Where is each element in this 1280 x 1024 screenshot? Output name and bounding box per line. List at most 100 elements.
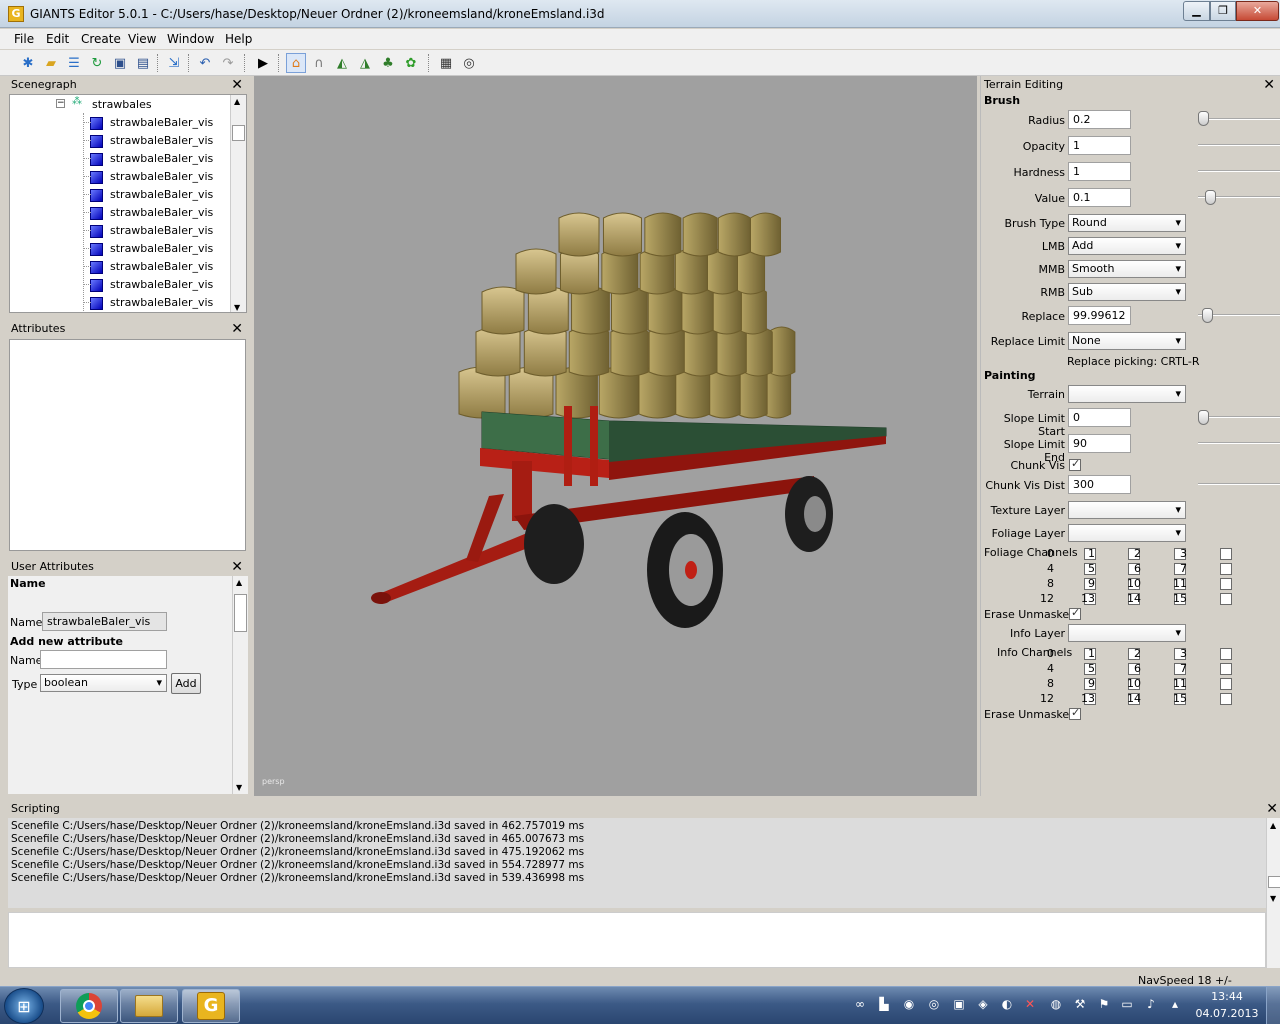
slope-start-slider-track[interactable] (1198, 416, 1280, 418)
menu-edit[interactable]: Edit (46, 32, 69, 46)
show-desktop-button[interactable] (1266, 987, 1280, 1024)
link-icon[interactable]: ∞ (852, 997, 868, 1013)
scroll-up-icon[interactable]: ▲ (236, 578, 242, 587)
tree-item[interactable]: strawbaleBaler_vis (90, 222, 213, 240)
close-icon[interactable]: ✕ (1263, 78, 1275, 92)
replace-input[interactable]: 99.99612 (1068, 306, 1131, 325)
menu-create[interactable]: Create (81, 32, 121, 46)
close-icon[interactable]: ✕ (231, 78, 243, 92)
menu-window[interactable]: Window (167, 32, 214, 46)
tree-item[interactable]: strawbaleBaler_vis (90, 276, 213, 294)
texture-layer-select[interactable] (1068, 501, 1186, 519)
tray-app-icon[interactable]: ◐ (999, 997, 1015, 1013)
action-center-icon[interactable]: ⚑ (1096, 997, 1112, 1013)
terrain-sculpt-icon[interactable]: ◭ (332, 53, 352, 73)
scripting-log[interactable]: Scenefile C:/Users/hase/Desktop/Neuer Or… (8, 818, 1266, 908)
tray-app-icon[interactable]: ◉ (901, 997, 917, 1013)
undo-icon[interactable]: ↶ (195, 53, 215, 73)
tree-item[interactable]: strawbaleBaler_vis (90, 204, 213, 222)
foliage-channel-checkbox[interactable] (1220, 563, 1232, 575)
tray-app-icon[interactable]: ▙ (876, 997, 892, 1013)
menu-view[interactable]: View (128, 32, 156, 46)
3d-viewport[interactable]: persp (254, 76, 977, 796)
user-attributes-scrollbar[interactable]: ▲ ▼ (232, 576, 248, 794)
add-attribute-button[interactable]: Add (171, 673, 201, 694)
title-bar[interactable]: G GIANTS Editor 5.0.1 - C:/Users/hase/De… (0, 0, 1280, 28)
info-layer-select[interactable] (1068, 624, 1186, 642)
slope-end-slider-track[interactable] (1198, 442, 1280, 444)
scroll-down-icon[interactable]: ▼ (234, 303, 240, 312)
value-slider-thumb[interactable] (1205, 190, 1216, 205)
replace-slider-thumb[interactable] (1201, 308, 1213, 323)
info-channel-checkbox[interactable] (1220, 663, 1232, 675)
hardness-input[interactable]: 1 (1068, 162, 1131, 181)
minimize-button[interactable]: ▁ (1183, 1, 1210, 21)
scrollbar-thumb[interactable] (1268, 876, 1280, 888)
erase-unmasked-checkbox[interactable] (1069, 606, 1081, 620)
rmb-select[interactable]: Sub (1068, 283, 1186, 301)
play-icon[interactable]: ▶ (253, 53, 273, 73)
maximize-button[interactable]: ❐ (1210, 1, 1236, 21)
tree-item-strawbales[interactable]: strawbales (92, 96, 152, 114)
tray-app-icon[interactable]: ✕ (1022, 997, 1038, 1013)
network-icon[interactable]: ▭ (1119, 997, 1135, 1013)
menu-help[interactable]: Help (225, 32, 252, 46)
info-channel-checkbox[interactable] (1220, 678, 1232, 690)
import-icon[interactable]: ⇲ (164, 53, 184, 73)
collapse-toggle-icon[interactable]: − (56, 99, 65, 108)
texture-paint-icon[interactable]: ▦ (436, 53, 456, 73)
tree-item[interactable]: strawbaleBaler_vis (90, 294, 213, 312)
foliage-channel-checkbox[interactable] (1220, 548, 1232, 560)
opacity-slider-track[interactable] (1198, 144, 1280, 146)
explorer-icon[interactable] (120, 989, 178, 1023)
foliage-paint-icon[interactable]: ♣ (378, 53, 398, 73)
scripting-scrollbar[interactable]: ▲ ▼ (1266, 818, 1280, 968)
terrain-paint-icon[interactable]: ◮ (355, 53, 375, 73)
redo-icon[interactable]: ↷ (218, 53, 238, 73)
clock-time[interactable]: 13:44 (1198, 990, 1256, 1003)
tree-item[interactable]: strawbaleBaler_vis (90, 114, 213, 132)
chunk-vis-dist-input[interactable]: 300 (1068, 475, 1131, 494)
foliage-layer-select[interactable] (1068, 524, 1186, 542)
start-button[interactable]: ⊞ (4, 988, 44, 1024)
scrollbar-thumb[interactable] (232, 125, 245, 141)
hardness-slider-track[interactable] (1198, 170, 1280, 172)
slope-start-slider-thumb[interactable] (1198, 410, 1209, 425)
new-attribute-name-input[interactable] (40, 650, 167, 669)
erase-unmasked-checkbox[interactable] (1069, 706, 1081, 720)
scenegraph-scrollbar[interactable]: ▲ ▼ (230, 95, 246, 312)
info-channel-checkbox[interactable] (1220, 648, 1232, 660)
scrollbar-thumb[interactable] (234, 594, 247, 632)
scroll-down-icon[interactable]: ▼ (236, 783, 242, 792)
foliage-channel-checkbox[interactable] (1220, 578, 1232, 590)
scroll-up-icon[interactable]: ▲ (1270, 821, 1276, 830)
scenegraph-tree[interactable]: − ⁂ strawbales strawbaleBaler_vis strawba… (9, 94, 247, 313)
foliage-channel-checkbox[interactable] (1220, 593, 1232, 605)
radius-slider-track[interactable] (1198, 118, 1280, 120)
close-window-button[interactable]: ✕ (1236, 1, 1279, 21)
save-as-icon[interactable]: ▤ (133, 53, 153, 73)
menu-file[interactable]: File (14, 32, 34, 46)
script-command-input[interactable] (8, 912, 1266, 968)
tray-app-icon[interactable]: ◎ (926, 997, 942, 1013)
type-select[interactable]: boolean (40, 674, 167, 692)
opacity-input[interactable]: 1 (1068, 136, 1131, 155)
save-icon[interactable]: ▣ (110, 53, 130, 73)
move-tool-icon[interactable]: ∩ (309, 53, 329, 73)
object-paint-icon[interactable]: ✿ (401, 53, 421, 73)
refresh-icon[interactable]: ↻ (87, 53, 107, 73)
giants-editor-icon[interactable]: G (182, 989, 240, 1023)
chunk-vis-dist-slider-track[interactable] (1198, 483, 1280, 485)
tray-app-icon[interactable]: ▣ (951, 997, 967, 1013)
tree-item[interactable]: strawbaleBaler_vis (90, 132, 213, 150)
chrome-icon[interactable] (60, 989, 118, 1023)
tray-app-icon[interactable]: ⚒ (1072, 997, 1088, 1013)
scroll-up-icon[interactable]: ▲ (234, 97, 240, 106)
info-channel-checkbox[interactable] (1220, 693, 1232, 705)
tree-item[interactable]: strawbaleBaler_vis (90, 168, 213, 186)
close-icon[interactable]: ✕ (231, 322, 243, 336)
clock-date[interactable]: 04.07.2013 (1195, 1007, 1259, 1020)
snap-icon[interactable]: ◎ (459, 53, 479, 73)
radius-input[interactable]: 0.2 (1068, 110, 1131, 129)
slope-limit-start-input[interactable]: 0 (1068, 408, 1131, 427)
